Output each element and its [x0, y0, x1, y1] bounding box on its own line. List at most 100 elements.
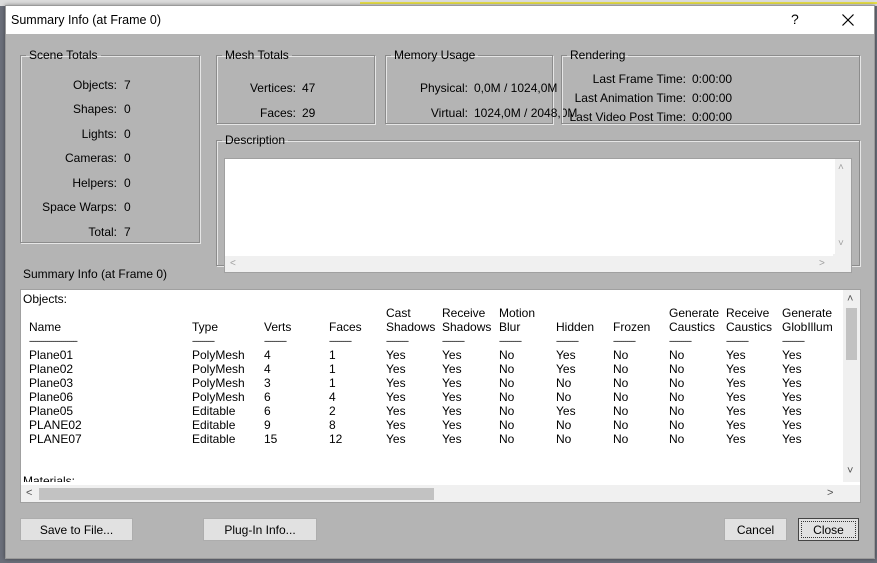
scroll-left-arrow-icon[interactable]: ˂ — [230, 259, 236, 269]
table-cell: 1 — [329, 362, 336, 376]
column-header-line1: Generate — [782, 306, 833, 320]
description-horizontal-scrollbar[interactable]: ˂ ˃ — [225, 256, 833, 272]
scroll-left-arrow-icon[interactable]: ˂ — [26, 488, 32, 499]
memory-usage-group: Memory Usage Physical: 0,0M / 1024,0M Virt… — [385, 48, 577, 124]
mesh-total-label: Vertices: — [249, 81, 296, 95]
table-cell: Yes — [782, 376, 802, 390]
materials-section-label: Materials: — [23, 474, 76, 482]
scene-totals-legend: Scene Totals — [29, 48, 98, 62]
close-button[interactable]: Close — [798, 518, 859, 541]
table-cell: Yes — [442, 362, 462, 376]
table-cell: Yes — [442, 376, 462, 390]
table-cell: 8 — [329, 418, 336, 432]
summary-text-content[interactable]: Objects: Name ------------------------ Type… — [21, 290, 840, 482]
memory-usage-legend: Memory Usage — [394, 48, 476, 62]
table-cell: No — [499, 432, 515, 446]
table-cell: No — [669, 362, 685, 376]
scene-total-label: Shapes: — [72, 102, 117, 116]
table-cell: Yes — [726, 390, 746, 404]
column-header-separator: ----------- — [726, 336, 749, 346]
table-cell: Yes — [556, 348, 576, 362]
objects-section-label: Objects: — [23, 292, 68, 306]
column-header-line1: Cast — [386, 306, 411, 320]
table-cell: 4 — [329, 390, 336, 404]
scene-total-label: Objects: — [72, 78, 117, 92]
column-header-line2: Frozen — [613, 320, 651, 334]
dialog-client: Scene Totals Objects: 7 Shapes: 0 Lights: 0 Ca… — [6, 34, 874, 558]
table-cell: 4 — [264, 348, 271, 362]
mesh-totals-group: Mesh Totals Vertices: 47 Faces: 29 — [216, 49, 375, 124]
column-header-line2: Caustics — [726, 320, 773, 334]
table-cell: No — [556, 432, 572, 446]
table-cell: No — [669, 432, 685, 446]
table-cell: No — [613, 390, 629, 404]
table-cell: 1 — [329, 348, 336, 362]
scrollbar-corner — [833, 254, 851, 272]
object-name-cell: PLANE02 — [29, 418, 82, 432]
column-header-line2: Verts — [264, 320, 292, 334]
horizontal-scroll-thumb[interactable] — [39, 488, 434, 500]
table-cell: Yes — [726, 404, 746, 418]
table-cell: No — [669, 418, 685, 432]
table-cell: Yes — [556, 404, 576, 418]
help-button[interactable]: ? — [791, 11, 799, 27]
scroll-up-arrow-icon[interactable]: ˄ — [847, 294, 853, 305]
column-header-separator: ----------- — [556, 336, 579, 346]
column-header-line1: Motion — [499, 306, 536, 320]
scene-total-value: 7 — [124, 78, 131, 92]
description-vertical-scrollbar[interactable]: ˄ ˅ — [835, 159, 851, 254]
column-header-line2: Name — [29, 320, 62, 334]
summary-vertical-scrollbar[interactable]: ˄ ˅ — [843, 290, 860, 482]
scroll-down-arrow-icon[interactable]: ˅ — [838, 239, 844, 249]
description-textarea[interactable] — [225, 159, 833, 254]
description-group: Description ˄ ˅ ˂ ˃ — [216, 134, 860, 273]
table-cell: No — [499, 376, 515, 390]
column-header-separator: ----------- — [782, 336, 805, 346]
summary-horizontal-scrollbar[interactable]: ˂ ˃ — [21, 485, 843, 502]
table-cell: No — [613, 432, 629, 446]
scroll-down-arrow-icon[interactable]: ˅ — [847, 466, 853, 477]
table-cell: 15 — [264, 432, 278, 446]
scene-total-value: 0 — [124, 127, 131, 141]
rendering-group: Rendering Last Frame Time: 0:00:00 Last An… — [561, 49, 860, 124]
column-header-separator: ----------- — [613, 336, 636, 346]
summary-info-dialog: Summary Info (at Frame 0) ? Scene Totals… — [5, 5, 875, 559]
table-cell: 1 — [329, 376, 336, 390]
table-cell: Yes — [442, 404, 462, 418]
column-header-line2: Blur — [499, 320, 521, 334]
table-cell: Yes — [726, 432, 746, 446]
memory-usage-label: Virtual: — [430, 106, 468, 120]
column-header-line2: Shadows — [442, 320, 492, 334]
column-header-separator: ----------- — [499, 336, 522, 346]
column-header-separator: ------------------------ — [29, 336, 78, 346]
table-cell: Yes — [782, 362, 802, 376]
save-to-file-button[interactable]: Save to File... — [20, 518, 133, 541]
column-header-line2: Hidden — [556, 320, 595, 334]
table-cell: Yes — [386, 376, 406, 390]
table-cell: No — [669, 348, 685, 362]
table-cell: 9 — [264, 418, 271, 432]
column-header-line1: Generate — [669, 306, 720, 320]
table-cell: Yes — [782, 404, 802, 418]
table-cell: No — [499, 348, 515, 362]
plugin-info-button[interactable]: Plug-In Info... — [203, 518, 317, 541]
table-cell: No — [499, 390, 515, 404]
table-cell: No — [499, 404, 515, 418]
scene-total-label: Lights: — [81, 127, 117, 141]
scroll-up-arrow-icon[interactable]: ˄ — [838, 163, 844, 173]
scroll-right-arrow-icon[interactable]: ˃ — [827, 488, 833, 499]
cancel-button[interactable]: Cancel — [724, 518, 787, 541]
column-header-separator: ----------- — [192, 336, 215, 346]
description-box: ˄ ˅ ˂ ˃ — [224, 158, 852, 273]
table-cell: No — [556, 418, 572, 432]
table-cell: No — [499, 418, 515, 432]
close-window-button[interactable] — [834, 8, 862, 32]
table-cell: 12 — [329, 432, 343, 446]
table-cell: Yes — [726, 362, 746, 376]
table-cell: PolyMesh — [192, 362, 245, 376]
mesh-total-value: 29 — [302, 106, 316, 120]
column-header-line1: Receive — [726, 306, 770, 320]
scroll-right-arrow-icon[interactable]: ˃ — [819, 259, 825, 269]
vertical-scroll-thumb[interactable] — [846, 308, 857, 360]
table-cell: 3 — [264, 376, 271, 390]
